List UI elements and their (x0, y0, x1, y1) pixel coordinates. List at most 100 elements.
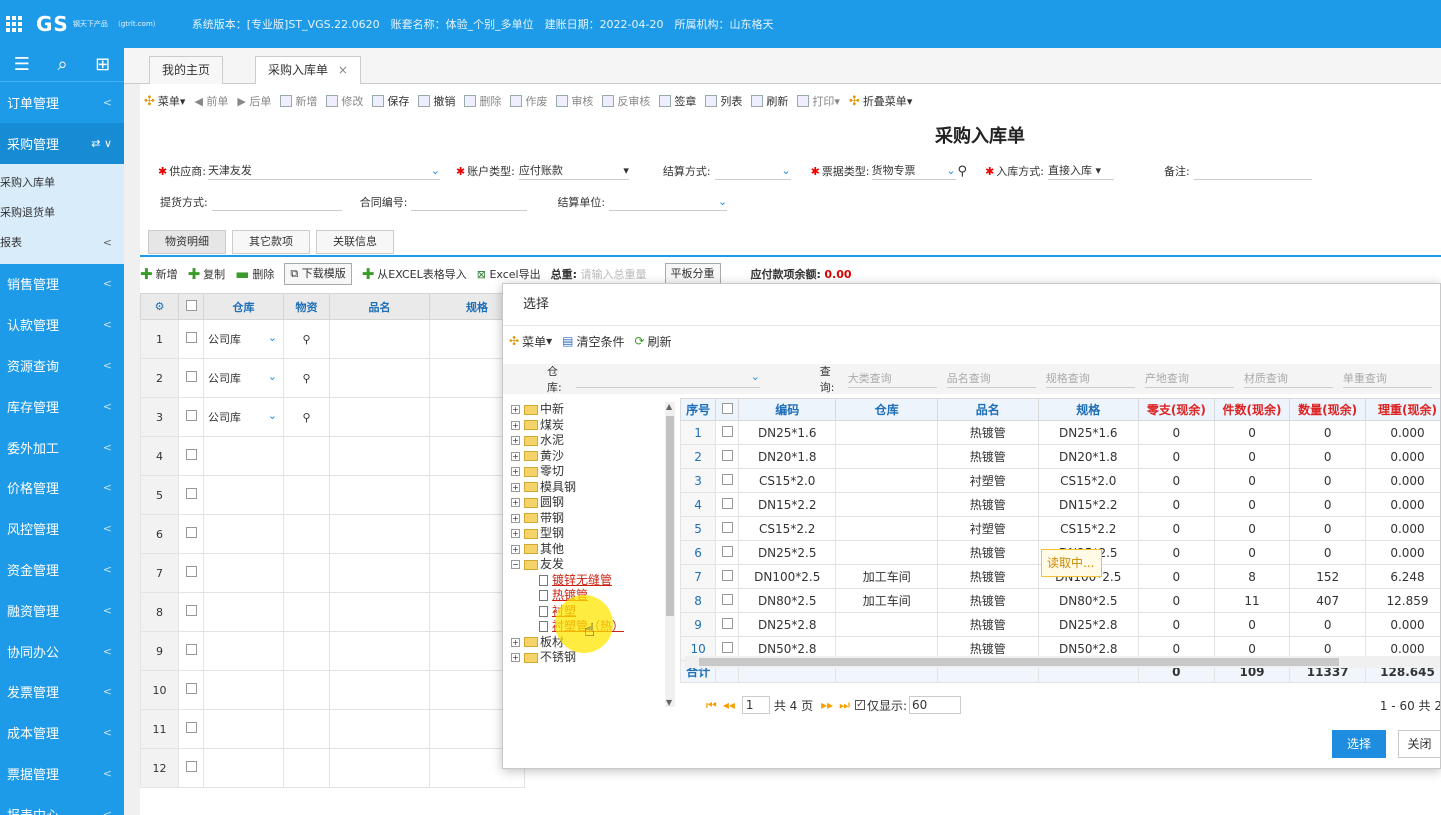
excel-export-button[interactable]: ⊠ Excel导出 (477, 266, 541, 282)
table-row[interactable]: 8 (140, 592, 525, 632)
row-checkbox-cell[interactable] (715, 516, 740, 541)
table-row[interactable]: 8 DN80*2.5 加工车间 热镀管 DN80*2.5 0 11 407 12.859 (679, 588, 1440, 613)
table-row[interactable]: 12 (140, 748, 525, 788)
row-checkbox[interactable] (721, 545, 733, 557)
material-cell[interactable] (283, 475, 330, 515)
subtab-other-charges[interactable]: 其它款项 (232, 230, 310, 254)
sidebar-item[interactable]: 委外加工 < (0, 427, 124, 468)
table-row[interactable]: 9 DN25*2.8 热镀管 DN25*2.8 0 0 0 0.000 (679, 612, 1440, 637)
delete-button[interactable]: 删除 (464, 93, 501, 109)
expand-icon[interactable]: + (511, 653, 520, 663)
table-row[interactable]: 11 (140, 709, 525, 749)
subtab-related-info[interactable]: 关联信息 (316, 230, 394, 254)
expand-icon[interactable]: + (511, 482, 520, 492)
sidebar-item[interactable]: 订单管理 < (0, 82, 124, 123)
tree-folder[interactable]: + 型钢 (511, 526, 677, 542)
sidebar-subitem[interactable]: 采购入库单 (0, 168, 124, 198)
row-checkbox[interactable] (185, 488, 197, 499)
sidebar-item[interactable]: 发票管理 < (0, 672, 124, 713)
table-row[interactable]: 2 DN20*1.8 热镀管 DN20*1.8 0 0 0 0.000 (679, 444, 1440, 469)
row-checkbox[interactable] (721, 569, 733, 581)
table-row[interactable]: 2 公司库 ⌄ ⚲ (140, 358, 525, 398)
row-checkbox-cell[interactable] (178, 553, 204, 593)
row-checkbox-cell[interactable] (178, 631, 204, 671)
material-cell[interactable] (283, 436, 330, 476)
inbound-select[interactable]: 直接入库 ▾ (1048, 162, 1114, 180)
hscroll-thumb[interactable] (699, 658, 1339, 666)
sidebar-item[interactable]: 库存管理 < (0, 386, 124, 427)
material-cell[interactable] (283, 553, 330, 593)
sidebar-item[interactable]: 销售管理 < (0, 264, 124, 305)
product-query-input[interactable]: 品名查询 (946, 370, 1036, 388)
row-checkbox-cell[interactable] (178, 397, 204, 437)
tree-folder[interactable]: + 圆钢 (511, 495, 677, 511)
material-cell[interactable]: ⚲ (283, 319, 330, 359)
material-query-input[interactable]: 材质查询 (1243, 370, 1333, 388)
download-template-button[interactable]: ⧉ 下载模版 (284, 263, 352, 285)
split-weight-button[interactable]: 平板分重 (664, 263, 721, 285)
material-cell[interactable] (283, 592, 330, 632)
product-cell[interactable] (329, 709, 430, 749)
row-checkbox[interactable] (185, 371, 197, 382)
row-checkbox[interactable] (721, 593, 733, 605)
table-row[interactable]: 9 (140, 631, 525, 671)
tab-home[interactable]: 我的主页 (149, 56, 224, 84)
warehouse-filter-select[interactable]: ⌄ (575, 370, 760, 388)
fold-menu-button[interactable]: ✣ 折叠菜单 ▾ (849, 93, 912, 109)
row-checkbox[interactable] (721, 473, 733, 485)
tree-folder[interactable]: + 煤炭 (511, 418, 677, 434)
unaudit-button[interactable]: 反审核 (602, 93, 650, 109)
warehouse-cell[interactable] (203, 631, 284, 671)
row-checkbox-cell[interactable] (178, 436, 204, 476)
row-checkbox[interactable] (721, 497, 733, 509)
row-checkbox-cell[interactable] (715, 540, 740, 565)
tree-folder[interactable]: + 不锈钢 (511, 650, 677, 666)
sidebar-subitem[interactable]: 采购退货单 (0, 198, 124, 228)
clear-conditions-button[interactable]: ▤ 清空条件 (562, 333, 624, 350)
material-cell[interactable]: ⚲ (283, 397, 330, 437)
sign-button[interactable]: 签章 (659, 93, 696, 109)
category-query-input[interactable]: 大类查询 (847, 370, 937, 388)
menu-button[interactable]: ✣ 菜单 ▾ (144, 93, 185, 109)
prev-button[interactable]: ◀ 前单 (194, 93, 228, 109)
row-checkbox-cell[interactable] (178, 319, 204, 359)
pickup-input[interactable] (211, 193, 342, 211)
apps-grid-icon[interactable] (6, 16, 22, 32)
warehouse-cell[interactable] (203, 514, 284, 554)
search-icon[interactable]: ⚲ (958, 164, 968, 179)
product-cell[interactable] (329, 553, 430, 593)
grid-delete-button[interactable]: ▬ 删除 (235, 265, 274, 283)
scroll-down-icon[interactable]: ▼ (666, 698, 672, 707)
close-icon[interactable]: × (338, 63, 348, 77)
refresh-button[interactable]: 刷新 (751, 93, 788, 109)
table-row[interactable]: 6 (140, 514, 525, 554)
grid-header[interactable] (715, 398, 740, 421)
select-all-checkbox[interactable] (721, 402, 733, 414)
table-row[interactable]: 4 DN15*2.2 热镀管 DN15*2.2 0 0 0 0.000 (679, 492, 1440, 517)
row-checkbox-cell[interactable] (178, 475, 204, 515)
row-checkbox-cell[interactable] (178, 709, 204, 749)
sidebar-item[interactable]: 报表中心 < (0, 794, 124, 815)
expand-icon[interactable]: + (511, 513, 520, 523)
table-row[interactable]: 10 (140, 670, 525, 710)
table-row[interactable]: 3 CS15*2.0 衬塑管 CS15*2.0 0 0 0 0.000 (679, 468, 1440, 493)
sidebar-item[interactable]: 票据管理 < (0, 753, 124, 794)
print-button[interactable]: 打印 ▾ (797, 93, 840, 109)
row-checkbox[interactable] (185, 332, 197, 343)
material-cell[interactable] (283, 631, 330, 671)
select-all-header[interactable] (178, 293, 204, 320)
search-icon[interactable]: ⚲ (302, 411, 310, 424)
row-checkbox[interactable] (185, 527, 197, 538)
sidebar-item[interactable]: 协同办公 < (0, 631, 124, 672)
row-checkbox-cell[interactable] (715, 468, 740, 493)
row-checkbox-cell[interactable] (715, 492, 740, 517)
warehouse-cell[interactable] (203, 748, 284, 788)
settle-select[interactable]: ⌄ (714, 162, 791, 180)
expand-icon[interactable]: + (511, 436, 520, 446)
next-page-icon[interactable]: ▸▸ (821, 698, 833, 712)
row-checkbox-cell[interactable] (715, 564, 740, 589)
sidebar-item[interactable]: 价格管理 < (0, 468, 124, 509)
tree-folder[interactable]: + 中新 (511, 402, 677, 418)
row-checkbox-cell[interactable] (715, 588, 740, 613)
dialog-menu-button[interactable]: ✣ 菜单 ▾ (509, 333, 552, 350)
